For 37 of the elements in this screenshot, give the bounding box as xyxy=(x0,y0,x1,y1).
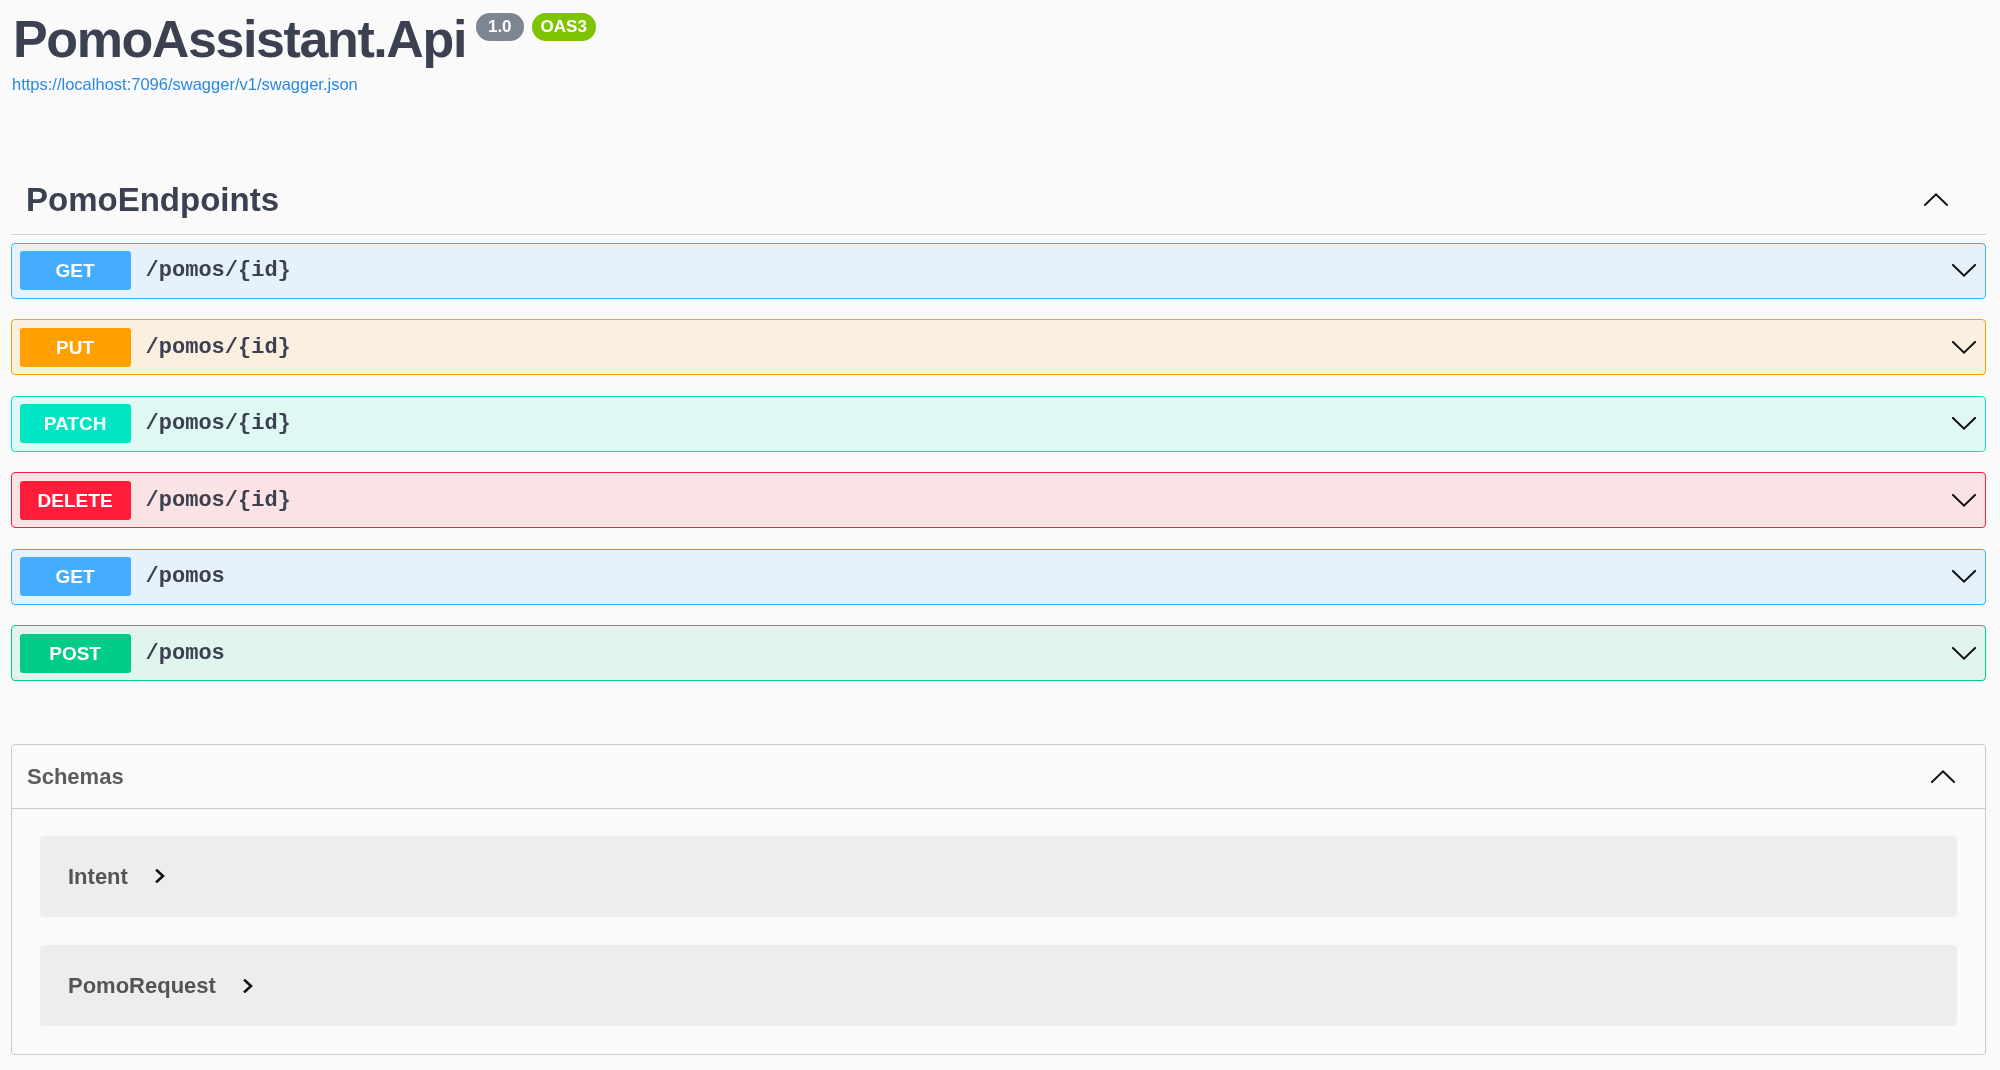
method-badge: DELETE xyxy=(19,480,131,520)
chevron-down-icon[interactable] xyxy=(1952,493,1976,507)
method-badge: PUT xyxy=(19,327,131,367)
schema-model-row[interactable]: PomoRequest xyxy=(40,945,1957,1027)
endpoint-row[interactable]: POST /pomos xyxy=(11,625,1986,682)
chevron-up-icon[interactable] xyxy=(1924,193,1948,207)
endpoint-path: /pomos xyxy=(145,639,225,668)
chevron-right-icon[interactable] xyxy=(243,978,254,993)
endpoint-row[interactable]: GET /pomos/{id} xyxy=(11,242,1986,299)
chevron-up-icon[interactable] xyxy=(1931,769,1955,783)
chevron-down-icon[interactable] xyxy=(1952,570,1976,584)
chevron-right-icon[interactable] xyxy=(155,869,166,884)
schemas-heading[interactable]: Schemas xyxy=(27,759,124,793)
chevron-down-icon[interactable] xyxy=(1952,340,1976,354)
endpoint-row[interactable]: PATCH /pomos/{id} xyxy=(11,395,1986,452)
chevron-down-icon[interactable] xyxy=(1952,264,1976,278)
endpoint-path: /pomos/{id} xyxy=(145,257,291,286)
model-name: Intent xyxy=(68,862,128,891)
method-badge: PATCH xyxy=(19,404,131,444)
endpoint-row[interactable]: PUT /pomos/{id} xyxy=(11,319,1986,376)
chevron-down-icon[interactable] xyxy=(1952,646,1976,660)
endpoint-path: /pomos/{id} xyxy=(145,486,291,515)
method-badge: GET xyxy=(19,251,131,291)
model-name: PomoRequest xyxy=(68,972,216,1001)
chevron-down-icon[interactable] xyxy=(1952,417,1976,431)
endpoint-row[interactable]: GET /pomos xyxy=(11,548,1986,605)
endpoint-row[interactable]: DELETE /pomos/{id} xyxy=(11,472,1986,529)
spec-version-badge: OAS3 xyxy=(531,13,596,41)
method-badge: POST xyxy=(19,633,131,673)
spec-url-link[interactable]: https://localhost:7096/swagger/v1/swagger.json xyxy=(12,74,358,95)
method-badge: GET xyxy=(19,557,131,597)
endpoint-path: /pomos xyxy=(145,563,225,592)
version-badge: 1.0 xyxy=(475,13,524,41)
endpoint-path: /pomos/{id} xyxy=(145,333,291,362)
endpoint-path: /pomos/{id} xyxy=(145,410,291,439)
schema-model-row[interactable]: Intent xyxy=(40,835,1957,917)
tag-heading[interactable]: PomoEndpoints xyxy=(26,183,279,217)
